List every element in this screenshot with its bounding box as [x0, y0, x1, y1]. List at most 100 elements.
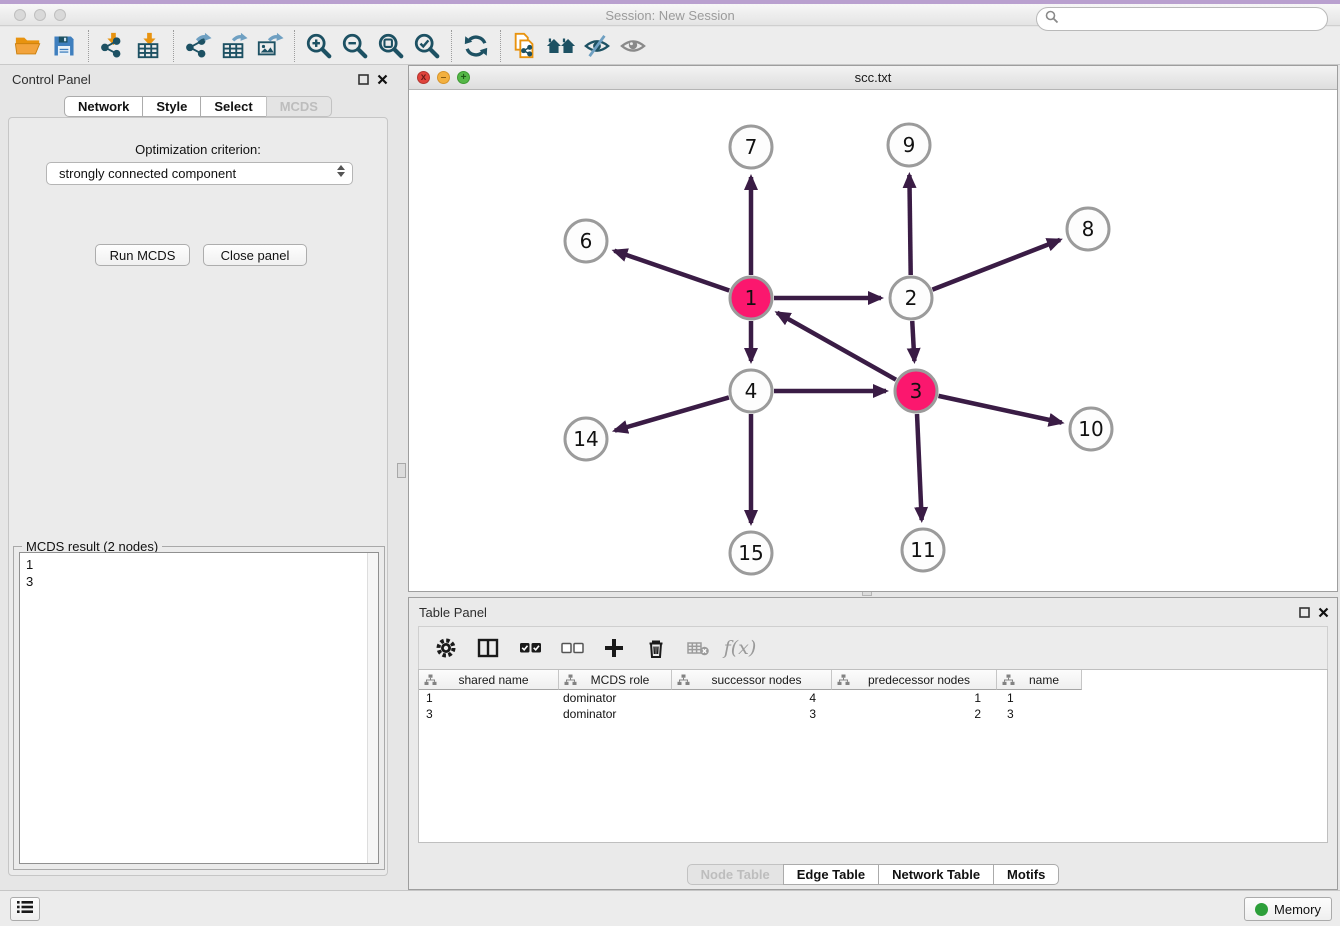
graph-node-1[interactable]: 1	[730, 277, 772, 319]
graph-node-9[interactable]: 9	[888, 124, 930, 166]
graph-node-15[interactable]: 15	[730, 532, 772, 574]
control-panel: Control Panel NetworkStyleSelectMCDS Opt…	[0, 65, 396, 882]
memory-button[interactable]: Memory	[1244, 897, 1332, 921]
toolbar-separator	[451, 30, 452, 62]
graph-edge-3-1[interactable]	[777, 313, 896, 380]
export-image-icon[interactable]	[252, 29, 288, 63]
tab-mcds[interactable]: MCDS	[266, 96, 332, 117]
tab-network[interactable]: Network	[64, 96, 143, 117]
tab-style[interactable]: Style	[142, 96, 201, 117]
export-table-icon[interactable]	[216, 29, 252, 63]
search-box[interactable]	[1036, 7, 1328, 31]
graph-node-2[interactable]: 2	[890, 277, 932, 319]
clone-network-icon[interactable]	[507, 29, 543, 63]
zoom-in-icon[interactable]	[301, 29, 337, 63]
show-eye-icon[interactable]	[615, 29, 651, 63]
network-frame-titlebar[interactable]: x – + scc.txt	[409, 66, 1337, 90]
table-header-row: shared nameMCDS rolesuccessor nodesprede…	[419, 670, 1327, 690]
network-canvas[interactable]: 7 9 6 8 1 2 4 3 14 10 15 11	[409, 90, 1337, 591]
hide-details-icon[interactable]	[579, 29, 615, 63]
close-panel-button[interactable]: Close panel	[203, 244, 307, 266]
graph-node-3[interactable]: 3	[895, 370, 937, 412]
svg-text:8: 8	[1082, 217, 1095, 241]
table-cell: dominator	[559, 691, 672, 705]
graph-node-6[interactable]: 6	[565, 220, 607, 262]
svg-text:3: 3	[910, 379, 923, 403]
svg-text:15: 15	[738, 541, 763, 565]
mcds-result-area[interactable]: 1 3	[19, 552, 379, 864]
table-panel-title: Table Panel	[409, 605, 487, 620]
graph-edge-3-10[interactable]	[938, 396, 1061, 423]
graph-edge-4-14[interactable]	[615, 397, 729, 430]
table-cell: 4	[672, 691, 832, 705]
tab-select[interactable]: Select	[200, 96, 266, 117]
zoom-selected-icon[interactable]	[409, 29, 445, 63]
import-network-icon[interactable]	[95, 29, 131, 63]
zoom-out-icon[interactable]	[337, 29, 373, 63]
delete-row-icon[interactable]	[643, 635, 669, 661]
graph-edge-3-11[interactable]	[917, 414, 922, 520]
graph-edge-1-6[interactable]	[614, 251, 729, 291]
task-history-button[interactable]	[10, 897, 40, 921]
column-header-name[interactable]: name	[997, 670, 1082, 690]
deselect-all-icon[interactable]	[559, 635, 585, 661]
toolbar-separator	[500, 30, 501, 62]
home-layout-icon[interactable]	[543, 29, 579, 63]
network-graph: 7 9 6 8 1 2 4 3 14 10 15 11	[409, 90, 1337, 591]
table-row[interactable]: 1dominator411	[419, 690, 1327, 706]
mcds-result-group: MCDS result (2 nodes) 1 3	[13, 546, 385, 870]
zoom-fit-icon[interactable]	[373, 29, 409, 63]
column-header-successor-nodes[interactable]: successor nodes	[672, 670, 832, 690]
close-panel-icon[interactable]	[377, 72, 388, 90]
graph-edge-2-8[interactable]	[932, 240, 1060, 290]
table-cell: 1	[832, 691, 997, 705]
export-network-icon[interactable]	[180, 29, 216, 63]
table-body: 1dominator4113dominator323	[419, 690, 1327, 722]
vertical-splitter-handle[interactable]	[397, 463, 406, 478]
column-header-MCDS-role[interactable]: MCDS role	[559, 670, 672, 690]
graph-edge-2-9[interactable]	[909, 175, 910, 275]
column-header-shared-name[interactable]: shared name	[419, 670, 559, 690]
run-mcds-button[interactable]: Run MCDS	[95, 244, 190, 266]
svg-text:14: 14	[573, 427, 598, 451]
graph-node-8[interactable]: 8	[1067, 208, 1109, 250]
graph-edge-2-3[interactable]	[912, 321, 914, 361]
app-window: Session: New Session Control Panel Netwo…	[0, 0, 1340, 926]
graph-node-11[interactable]: 11	[902, 529, 944, 571]
criterion-dropdown[interactable]: strongly connected component	[46, 162, 353, 185]
memory-status-icon	[1255, 903, 1268, 916]
settings-icon[interactable]	[433, 635, 459, 661]
import-table-icon[interactable]	[131, 29, 167, 63]
result-scrollbar[interactable]	[367, 553, 378, 863]
toolbar-separator	[173, 30, 174, 62]
table-float-panel-icon[interactable]	[1299, 605, 1310, 623]
float-panel-icon[interactable]	[358, 72, 369, 90]
refresh-layout-icon[interactable]	[458, 29, 494, 63]
table-cell: 3	[419, 707, 559, 721]
add-row-icon[interactable]	[601, 635, 627, 661]
network-view-frame: x – + scc.txt 7 9 6 8 1 2 4 3 14 10 15 11	[408, 65, 1338, 592]
table-tabs: Node TableEdge TableNetwork TableMotifs	[687, 864, 1060, 885]
select-all-icon[interactable]	[517, 635, 543, 661]
svg-text:4: 4	[745, 379, 758, 403]
table-cell: 3	[997, 707, 1082, 721]
table-close-panel-icon[interactable]	[1318, 605, 1329, 623]
table-tab-network-table[interactable]: Network Table	[878, 864, 994, 885]
table-tab-edge-table[interactable]: Edge Table	[783, 864, 879, 885]
table-toolbar: f(x)	[418, 626, 1328, 669]
graph-node-10[interactable]: 10	[1070, 408, 1112, 450]
graph-node-14[interactable]: 14	[565, 418, 607, 460]
table-tab-node-table[interactable]: Node Table	[687, 864, 784, 885]
graph-node-7[interactable]: 7	[730, 126, 772, 168]
table-row[interactable]: 3dominator323	[419, 706, 1327, 722]
open-session-icon[interactable]	[10, 29, 46, 63]
column-header-predecessor-nodes[interactable]: predecessor nodes	[832, 670, 997, 690]
graph-node-4[interactable]: 4	[730, 370, 772, 412]
function-icon: f(x)	[727, 635, 753, 661]
columns-icon[interactable]	[475, 635, 501, 661]
search-input[interactable]	[1065, 10, 1327, 28]
svg-text:1: 1	[745, 286, 758, 310]
table-tab-motifs[interactable]: Motifs	[993, 864, 1059, 885]
control-panel-title: Control Panel	[0, 72, 91, 87]
save-session-icon[interactable]	[46, 29, 82, 63]
